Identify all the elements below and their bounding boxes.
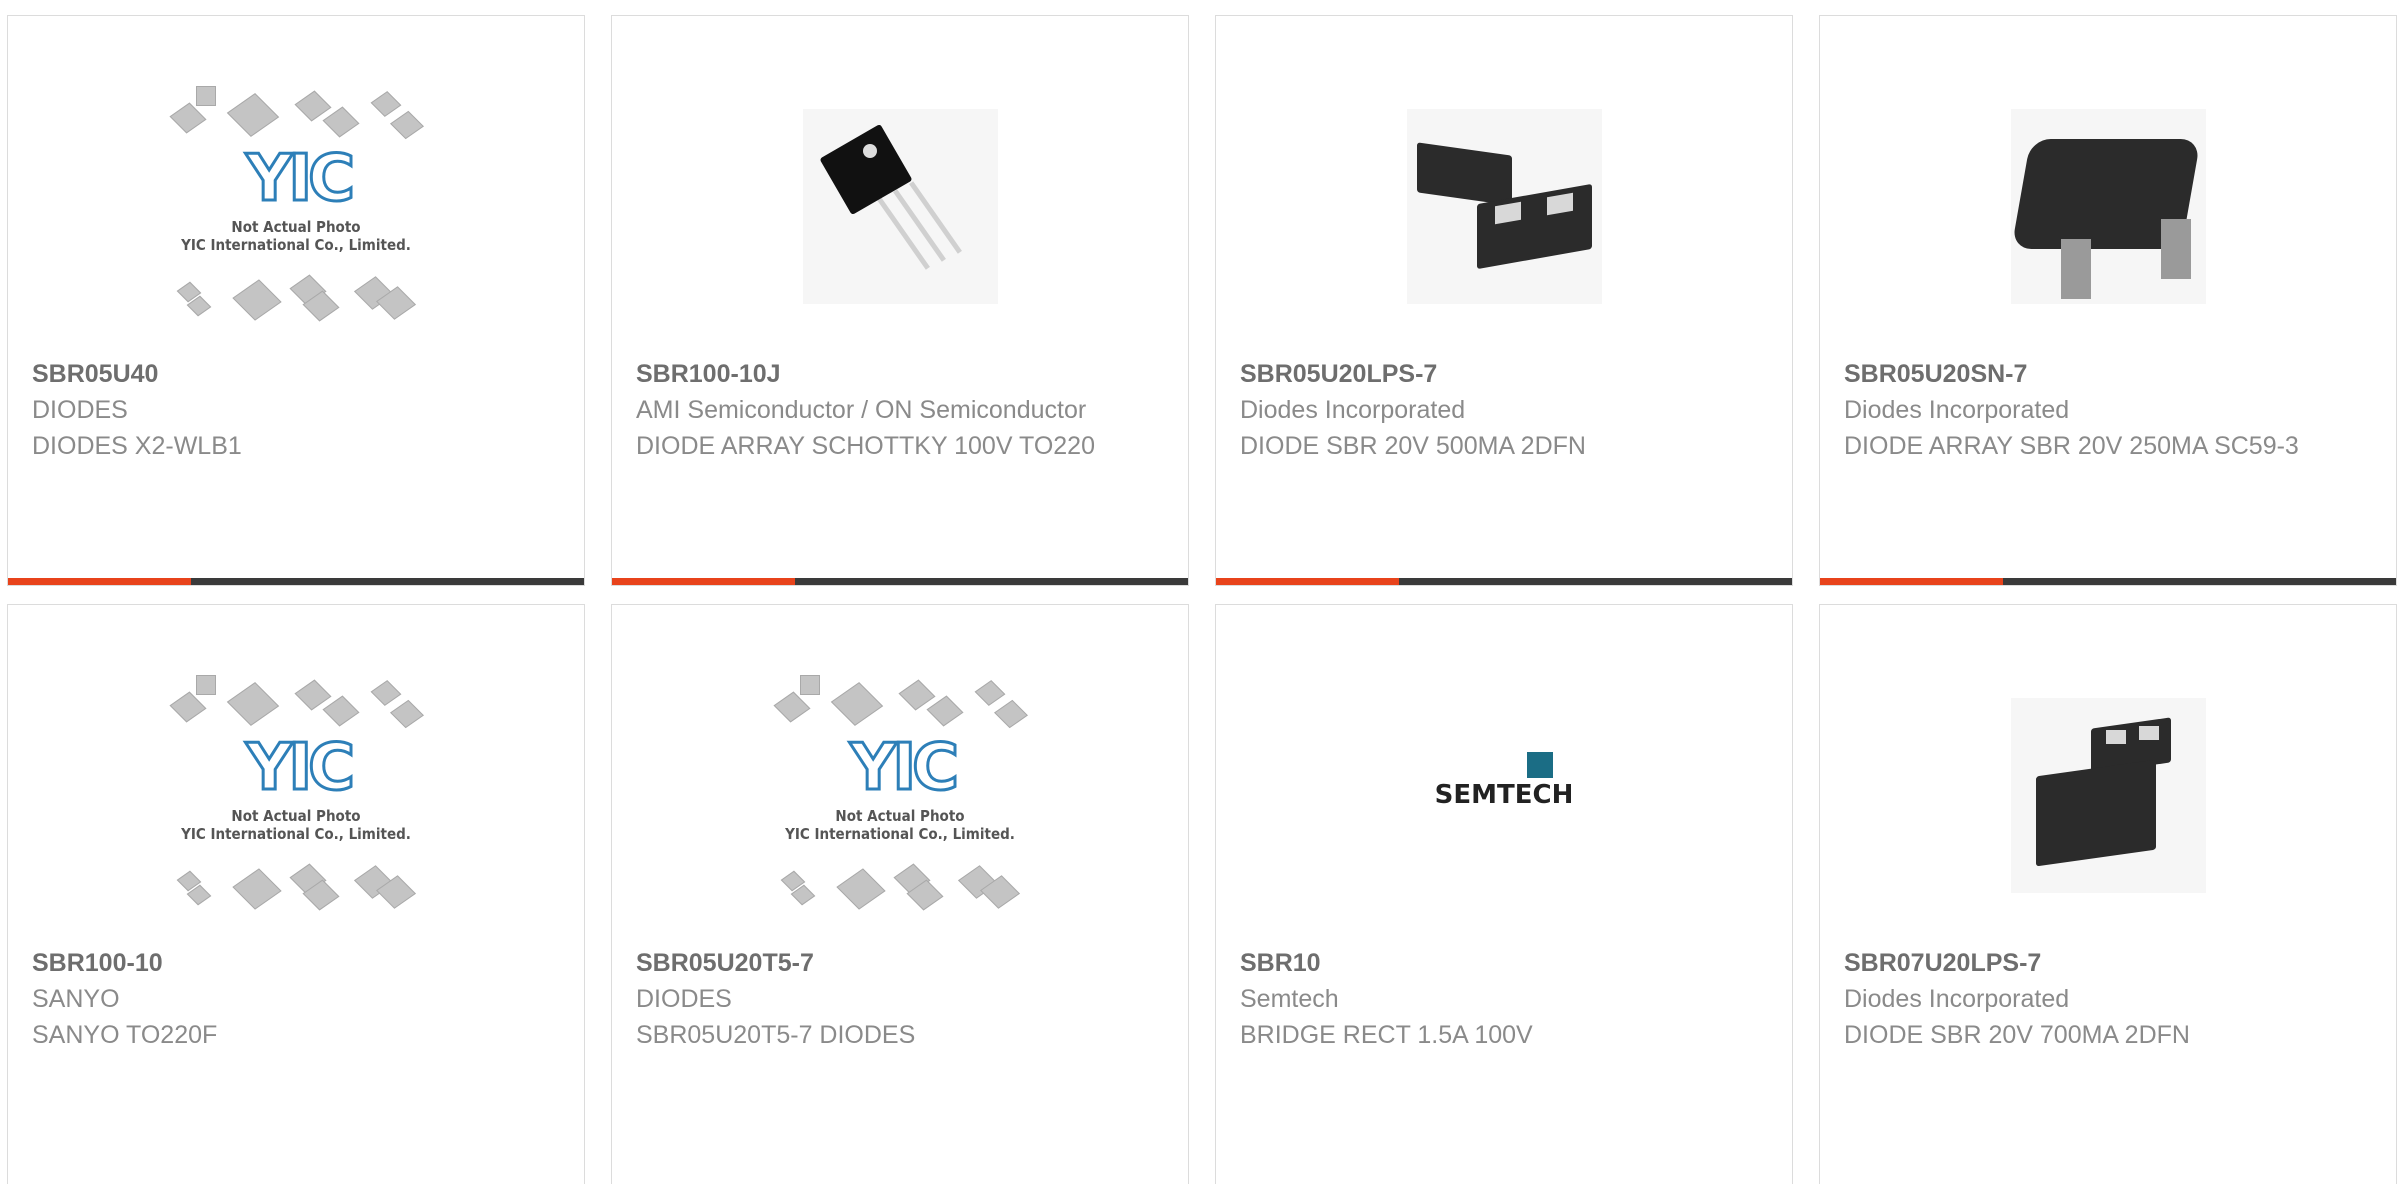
manufacturer: Diodes Incorporated <box>1240 396 1466 424</box>
sc59-package-photo <box>2010 108 2206 304</box>
placeholder-image: YIC Not Actual Photo YIC International C… <box>161 675 431 915</box>
manufacturer: Semtech <box>1240 985 1339 1013</box>
part-number[interactable]: SBR05U20SN-7 <box>1844 356 2372 392</box>
part-number[interactable]: SBR10 <box>1240 945 1768 981</box>
card-accent <box>1216 578 1399 585</box>
part-number[interactable]: SBR05U40 <box>32 356 560 392</box>
description: DIODE ARRAY SCHOTTKY 100V TO220 <box>636 432 1095 460</box>
part-number[interactable]: SBR05U20LPS-7 <box>1240 356 1768 392</box>
product-card[interactable]: SBR07U20LPS-7 Diodes Incorporated DIODE … <box>1819 604 2397 1184</box>
placeholder-image: YIC Not Actual Photo YIC International C… <box>765 675 1035 915</box>
placeholder-company: YIC International Co., Limited. <box>181 825 411 843</box>
part-number[interactable]: SBR100-10J <box>636 356 1164 392</box>
product-image[interactable]: YIC Not Actual Photo YIC International C… <box>8 675 584 915</box>
part-number[interactable]: SBR05U20T5-7 <box>636 945 1164 981</box>
product-info: SBR100-10J AMI Semiconductor / ON Semico… <box>636 356 1164 464</box>
description: DIODE SBR 20V 500MA 2DFN <box>1240 432 1586 460</box>
product-card[interactable]: SBR05U20SN-7 Diodes Incorporated DIODE A… <box>1819 15 2397 586</box>
placeholder-company: YIC International Co., Limited. <box>181 236 411 254</box>
card-accent <box>612 578 795 585</box>
semtech-logo: SEMTECH <box>1435 752 1573 810</box>
manufacturer: AMI Semiconductor / ON Semiconductor <box>636 396 1087 424</box>
product-image[interactable]: YIC Not Actual Photo YIC International C… <box>8 86 584 326</box>
card-accent <box>8 578 191 585</box>
product-image[interactable] <box>1820 86 2396 326</box>
semtech-mark-icon <box>1526 752 1553 778</box>
description: BRIDGE RECT 1.5A 100V <box>1240 1021 1533 1049</box>
product-info: SBR05U20SN-7 Diodes Incorporated DIODE A… <box>1844 356 2372 464</box>
product-card[interactable]: SEMTECH SBR10 Semtech BRIDGE RECT 1.5A 1… <box>1215 604 1793 1184</box>
description: DIODE SBR 20V 700MA 2DFN <box>1844 1021 2190 1049</box>
dfn-package-photo <box>2010 697 2206 893</box>
product-image[interactable]: YIC Not Actual Photo YIC International C… <box>612 675 1188 915</box>
product-info: SBR05U40 DIODES DIODES X2-WLB1 <box>32 356 560 464</box>
product-info: SBR05U20LPS-7 Diodes Incorporated DIODE … <box>1240 356 1768 464</box>
yic-logo: YIC <box>244 730 356 807</box>
manufacturer: DIODES <box>32 396 128 424</box>
part-number[interactable]: SBR100-10 <box>32 945 560 981</box>
product-card[interactable]: SBR100-10J AMI Semiconductor / ON Semico… <box>611 15 1189 586</box>
product-info: SBR100-10 SANYO SANYO TO220F <box>32 945 560 1053</box>
placeholder-caption: Not Actual Photo <box>231 218 361 236</box>
manufacturer: Diodes Incorporated <box>1844 396 2070 424</box>
part-number[interactable]: SBR07U20LPS-7 <box>1844 945 2372 981</box>
product-info: SBR10 Semtech BRIDGE RECT 1.5A 100V <box>1240 945 1768 1053</box>
card-bottom-bar <box>8 578 584 585</box>
card-bottom-bar <box>612 578 1188 585</box>
manufacturer: Diodes Incorporated <box>1844 985 2070 1013</box>
manufacturer: SANYO <box>32 985 120 1013</box>
placeholder-image: YIC Not Actual Photo YIC International C… <box>161 86 431 326</box>
placeholder-caption: Not Actual Photo <box>835 807 965 825</box>
product-image[interactable] <box>1820 675 2396 915</box>
card-bottom-bar <box>1216 578 1792 585</box>
product-card[interactable]: SBR05U20LPS-7 Diodes Incorporated DIODE … <box>1215 15 1793 586</box>
product-image[interactable]: SEMTECH <box>1216 675 1792 915</box>
product-card[interactable]: YIC Not Actual Photo YIC International C… <box>7 15 585 586</box>
yic-logo: YIC <box>848 730 960 807</box>
product-image[interactable] <box>612 86 1188 326</box>
description: SBR05U20T5-7 DIODES <box>636 1021 916 1049</box>
manufacturer: DIODES <box>636 985 732 1013</box>
product-card[interactable]: YIC Not Actual Photo YIC International C… <box>611 604 1189 1184</box>
product-info: SBR07U20LPS-7 Diodes Incorporated DIODE … <box>1844 945 2372 1053</box>
description: SANYO TO220F <box>32 1021 218 1049</box>
description: DIODE ARRAY SBR 20V 250MA SC59-3 <box>1844 432 2299 460</box>
to220-package-photo <box>802 108 998 304</box>
card-accent <box>1820 578 2003 585</box>
placeholder-caption: Not Actual Photo <box>231 807 361 825</box>
product-card[interactable]: YIC Not Actual Photo YIC International C… <box>7 604 585 1184</box>
dfn-package-photo <box>1406 108 1602 304</box>
product-info: SBR05U20T5-7 DIODES SBR05U20T5-7 DIODES <box>636 945 1164 1053</box>
yic-logo: YIC <box>244 141 356 218</box>
product-image[interactable] <box>1216 86 1792 326</box>
placeholder-company: YIC International Co., Limited. <box>785 825 1015 843</box>
card-bottom-bar <box>1820 578 2396 585</box>
description: DIODES X2-WLB1 <box>32 432 242 460</box>
